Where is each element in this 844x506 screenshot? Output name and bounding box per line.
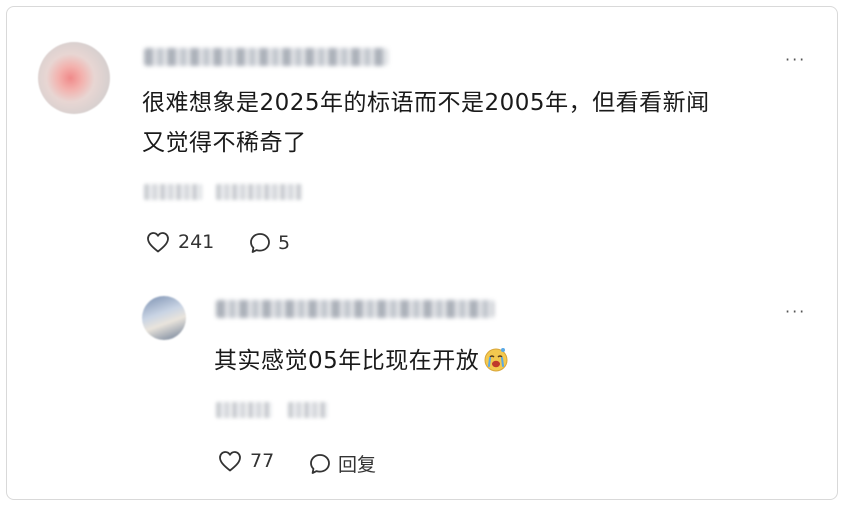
reply-time-blurred	[216, 402, 272, 418]
reply-like-button[interactable]: 77	[218, 450, 274, 472]
reply-like-count: 77	[250, 450, 275, 472]
like-button[interactable]: 241	[146, 231, 214, 253]
heart-icon	[219, 451, 241, 472]
comment-panel	[6, 6, 838, 500]
comment-location-blurred	[216, 184, 302, 200]
reply-count: 5	[278, 232, 291, 254]
reply-avatar[interactable]	[142, 296, 186, 340]
like-count: 241	[178, 231, 215, 253]
reply-username-blurred[interactable]	[216, 300, 494, 318]
more-options-icon[interactable]: ···	[785, 52, 806, 68]
comment-text-line1: 很难想象是2025年的标语而不是2005年，但看看新闻	[142, 90, 710, 116]
reply-more-options-icon[interactable]: ···	[785, 304, 806, 320]
comment-text-line2: 又觉得不稀奇了	[142, 130, 307, 156]
heart-icon	[147, 232, 169, 253]
comment-bubble-icon	[250, 233, 270, 253]
reply-button[interactable]: 回复	[308, 450, 376, 477]
comment-bubble-icon	[310, 453, 330, 474]
reply-count-button[interactable]: 5	[248, 231, 290, 255]
crying-face-emoji	[484, 348, 508, 372]
reply-label: 回复	[338, 454, 377, 476]
avatar[interactable]	[38, 42, 110, 114]
username-blurred[interactable]	[144, 48, 388, 66]
comment-time-blurred	[144, 184, 202, 200]
reply-location-blurred	[288, 402, 328, 418]
reply-text: 其实感觉05年比现在开放	[214, 342, 509, 380]
reply-text-content: 其实感觉05年比现在开放	[214, 348, 480, 374]
